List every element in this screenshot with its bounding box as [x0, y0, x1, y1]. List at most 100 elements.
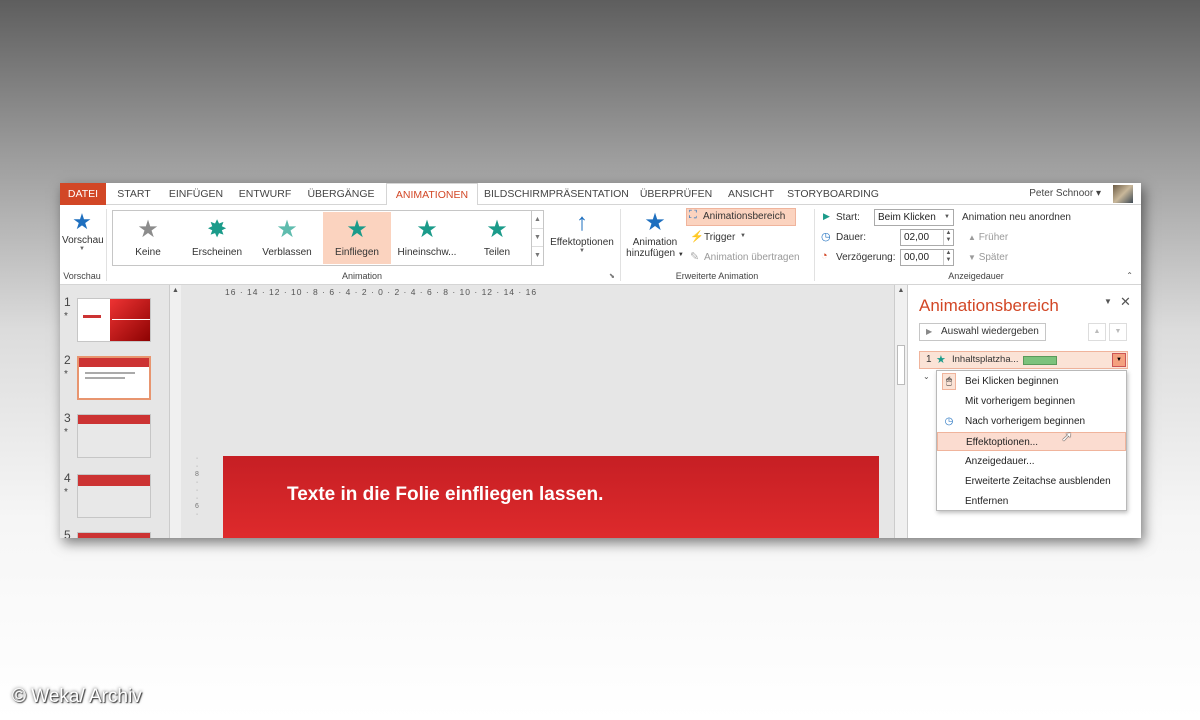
gallery-up-icon[interactable]: ▲ — [532, 211, 543, 229]
stepper-arrows-icon[interactable]: ▲ ▼ — [943, 250, 953, 265]
vertical-ruler: · · 8 · · · 6 · — [195, 455, 199, 518]
avatar[interactable] — [1113, 185, 1133, 203]
gallery-scroll[interactable]: ▲ ▼ ▼ — [532, 210, 544, 266]
chevron-down-icon: ▼ — [79, 246, 85, 252]
move-down-button[interactable]: ▼ — [1109, 323, 1127, 341]
move-earlier-button[interactable]: ▲ Früher — [968, 232, 1008, 243]
ribbon: ★ Vorschau ▼ Vorschau ★ Keine ✸ Erschein… — [60, 205, 1141, 285]
pane-title: Animationsbereich — [919, 296, 1059, 315]
tab-uebergaenge[interactable]: ÜBERGÄNGE — [302, 183, 380, 205]
horizontal-ruler: 16 · 14 · 12 · 10 · 8 · 6 · 4 · 2 · 0 · … — [225, 287, 538, 297]
star-burst-icon: ✸ — [206, 216, 228, 243]
pane-menu-icon[interactable]: ▼ — [1104, 297, 1112, 306]
menu-item-bei-klicken[interactable]: 🖱 Bei Klicken beginnen — [937, 372, 1126, 391]
animation-context-menu: 🖱 Bei Klicken beginnen Mit vorherigem be… — [936, 370, 1127, 511]
user-name[interactable]: Peter Schnoor ▾ — [1029, 183, 1101, 205]
slide-editor: 16 · 14 · 12 · 10 · 8 · 6 · 4 · 2 · 0 · … — [181, 285, 894, 538]
menu-item-mit-vorherigem[interactable]: Mit vorherigem beginnen — [937, 392, 1126, 411]
tab-entwurf[interactable]: ENTWURF — [234, 183, 296, 205]
slide-thumbnail-4[interactable] — [77, 474, 151, 518]
start-dropdown[interactable]: Beim Klicken ▼ — [874, 209, 954, 226]
menu-item-zeitachse-ausblenden[interactable]: Erweiterte Zeitachse ausblenden — [937, 472, 1126, 491]
editor-scrollbar[interactable]: ▲ — [894, 285, 907, 538]
tab-ueberpruefen[interactable]: ÜBERPRÜFEN — [636, 183, 716, 205]
slide-title[interactable]: Texte in die Folie einfliegen lassen. — [287, 484, 603, 506]
lightning-icon: ⚡ — [690, 231, 704, 243]
star-grey-icon: ★ — [137, 216, 159, 243]
animation-list-item[interactable]: 1 ★ Inhaltsplatzha... ▼ — [919, 351, 1128, 369]
thumbnail-scrollbar[interactable]: ▲ — [169, 285, 181, 538]
tab-animationen[interactable]: ANIMATIONEN — [386, 183, 478, 206]
add-star-icon: ★ — [644, 209, 666, 236]
mouse-pointer-icon: ➚ — [1061, 428, 1073, 444]
chevron-down-icon: ▼ — [579, 248, 585, 254]
tab-start[interactable]: START — [110, 183, 158, 205]
animation-verblassen[interactable]: ★ Verblassen — [253, 212, 321, 264]
chevron-down-icon: ▼ — [944, 214, 950, 220]
animation-einfliegen[interactable]: ★ Einfliegen — [323, 212, 391, 264]
triangle-up-icon: ▲ — [968, 233, 976, 242]
gallery-down-icon[interactable]: ▼ — [532, 229, 543, 247]
tab-datei[interactable]: DATEI — [60, 183, 106, 205]
close-icon[interactable]: ✕ — [1120, 294, 1131, 310]
item-dropdown-button[interactable]: ▼ — [1112, 353, 1126, 367]
effect-options-button[interactable]: ↑ Effektoptionen ▼ — [548, 209, 616, 269]
tab-bildschirmpraesentation[interactable]: BILDSCHIRMPRÄSENTATION — [484, 183, 629, 205]
animation-painter-button[interactable]: ✎ Animation übertragen — [688, 249, 806, 267]
triangle-down-icon: ▼ — [968, 253, 976, 262]
play-icon: ▶ — [823, 211, 830, 221]
star-icon: ★ — [936, 354, 946, 366]
slide-thumbnail-3[interactable] — [77, 414, 151, 458]
animation-teilen[interactable]: ★ Teilen — [463, 212, 531, 264]
group-label-animation: Animation — [341, 271, 383, 281]
reorder-title: Animation neu anordnen — [962, 212, 1071, 223]
star-fly-in-icon: ★ — [346, 216, 368, 243]
star-split-icon: ★ — [486, 216, 508, 243]
move-up-button[interactable]: ▲ — [1088, 323, 1106, 341]
slide-canvas[interactable]: Texte in die Folie einfliegen lassen. — [223, 456, 879, 538]
play-selection-button[interactable]: ▶ Auswahl wiedergeben — [919, 323, 1046, 341]
star-swivel-icon: ★ — [416, 216, 438, 243]
group-label-vorschau: Vorschau — [63, 271, 101, 281]
add-animation-button[interactable]: ★ Animation hinzufügen ▼ — [624, 209, 686, 271]
expand-icon[interactable]: ⌄ — [923, 372, 930, 381]
arrow-up-icon: ↑ — [576, 209, 588, 236]
menu-item-anzeigedauer[interactable]: Anzeigedauer... — [937, 452, 1126, 471]
tab-einfuegen[interactable]: EINFÜGEN — [164, 183, 228, 205]
menu-item-nach-vorherigem[interactable]: ◷ Nach vorherigem beginnen — [937, 412, 1126, 431]
ribbon-tabs: DATEI START EINFÜGEN ENTWURF ÜBERGÄNGE A… — [60, 183, 1141, 206]
collapse-ribbon-icon[interactable]: ⌃ — [1126, 271, 1133, 280]
group-label-anzeigedauer: Anzeigedauer — [948, 271, 1004, 281]
scroll-up-icon[interactable]: ▲ — [170, 287, 181, 294]
slide-thumbnail-2[interactable] — [77, 356, 151, 400]
scroll-up-icon[interactable]: ▲ — [895, 287, 907, 294]
powerpoint-window: DATEI START EINFÜGEN ENTWURF ÜBERGÄNGE A… — [60, 183, 1141, 538]
menu-item-entfernen[interactable]: Entfernen — [937, 492, 1126, 511]
animation-pane: Animationsbereich ▼ ✕ ▶ Auswahl wiederge… — [907, 285, 1141, 538]
menu-item-effektoptionen[interactable]: Effektoptionen... — [937, 432, 1126, 451]
group-label-erweiterte-animation: Erweiterte Animation — [675, 271, 759, 281]
play-icon: ▶ — [926, 327, 933, 336]
slide-thumbnails: 1 * 2 * 3 * 4 * 5 — [60, 285, 168, 538]
mouse-click-icon: 🖱 — [942, 373, 956, 390]
preview-button[interactable]: ★ Vorschau ▼ — [62, 209, 104, 269]
delay-stepper[interactable]: 00,00 ▲ ▼ — [900, 249, 954, 266]
main-area: 1 * 2 * 3 * 4 * 5 ▲ 16 · 14 · 12 · 10 · … — [60, 285, 1141, 538]
slide-thumbnail-5[interactable] — [77, 532, 151, 538]
stepper-arrows-icon[interactable]: ▲ ▼ — [943, 230, 953, 245]
slide-thumbnail-1[interactable] — [77, 298, 151, 342]
move-later-button[interactable]: ▼ Später — [968, 252, 1008, 263]
scroll-thumb[interactable] — [897, 345, 905, 385]
tab-storyboarding[interactable]: STORYBOARDING — [786, 183, 880, 205]
animation-keine[interactable]: ★ Keine — [114, 212, 182, 264]
clock-icon: ◷ — [944, 416, 954, 427]
timing-bar — [1023, 356, 1057, 365]
animation-pane-button[interactable]: ⛶ Animationsbereich — [686, 208, 796, 226]
animation-hineinschweben[interactable]: ★ Hineinschw... — [393, 212, 461, 264]
trigger-button[interactable]: ⚡ Trigger ▼ — [688, 229, 768, 247]
dialog-launcher-icon[interactable]: ⬊ — [609, 272, 615, 280]
tab-ansicht[interactable]: ANSICHT — [724, 183, 778, 205]
gallery-more-icon[interactable]: ▼ — [532, 247, 543, 265]
animation-erscheinen[interactable]: ✸ Erscheinen — [183, 212, 251, 264]
duration-stepper[interactable]: 02,00 ▲ ▼ — [900, 229, 954, 246]
